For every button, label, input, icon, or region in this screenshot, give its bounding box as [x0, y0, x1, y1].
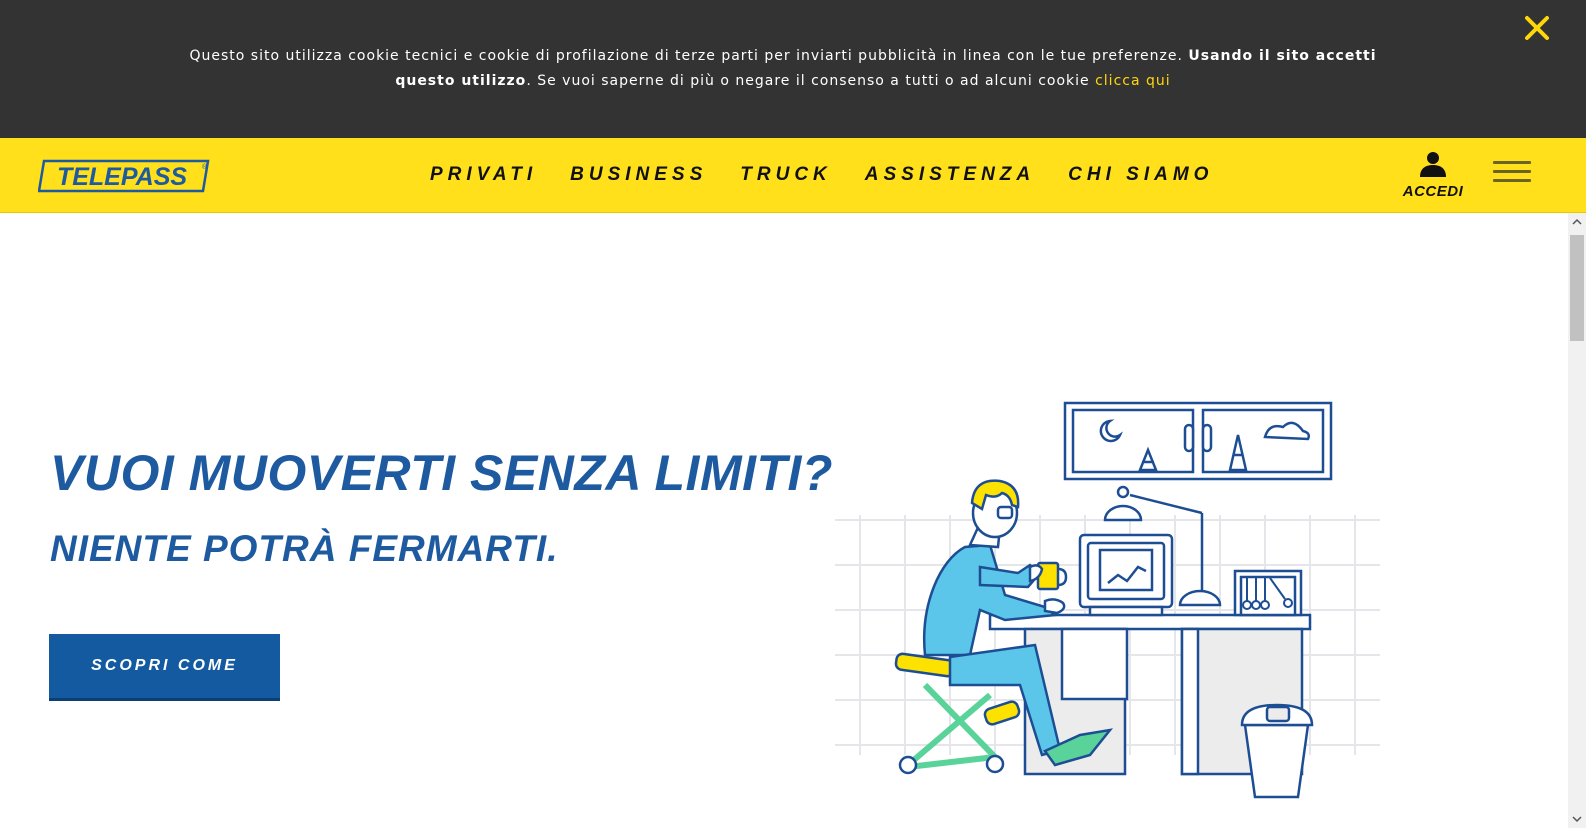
nav-item-truck[interactable]: TRUCK	[740, 164, 832, 186]
cookie-policy-link[interactable]: clicca qui	[1095, 73, 1171, 89]
page-scrollbar[interactable]	[1568, 213, 1586, 828]
close-icon[interactable]	[1521, 12, 1553, 44]
logo-text: TELEPASS	[57, 163, 187, 191]
nav-item-privati[interactable]: PRIVATI	[430, 164, 537, 186]
login-button[interactable]: ACCEDI	[1398, 150, 1468, 206]
user-icon	[1420, 152, 1446, 177]
scroll-up-icon[interactable]	[1568, 213, 1586, 231]
nav-item-assistenza[interactable]: ASSISTENZA	[865, 164, 1035, 186]
nav-item-business[interactable]: BUSINESS	[570, 164, 707, 186]
cookie-text-more: . Se vuoi saperne di più o negare il con…	[526, 73, 1090, 89]
cookie-banner: Questo sito utilizza cookie tecnici e co…	[0, 0, 1586, 138]
nav-item-chi-siamo[interactable]: CHI SIAMO	[1068, 164, 1213, 186]
hero-title: VUOI MUOVERTI SENZA LIMITI?	[50, 445, 833, 501]
main-nav: PRIVATI BUSINESS TRUCK ASSISTENZA CHI SI…	[430, 138, 1246, 212]
svg-text:®: ®	[202, 163, 208, 171]
hero-subtitle: NIENTE POTRÀ FERMARTI.	[50, 528, 559, 569]
cookie-message: Questo sito utilizza cookie tecnici e co…	[180, 44, 1386, 94]
hero-illustration	[830, 395, 1390, 805]
cookie-text-intro: Questo sito utilizza cookie tecnici e co…	[189, 48, 1183, 64]
telepass-logo[interactable]: TELEPASS ®	[37, 159, 210, 193]
login-label: ACCEDI	[1402, 183, 1464, 200]
site-header: TELEPASS ® PRIVATI BUSINESS TRUCK ASSIST…	[0, 138, 1586, 213]
hamburger-icon[interactable]	[1493, 161, 1531, 185]
scroll-thumb[interactable]	[1570, 235, 1584, 341]
scroll-down-icon[interactable]	[1568, 810, 1586, 828]
scopri-come-button[interactable]: SCOPRI COME	[49, 634, 280, 701]
